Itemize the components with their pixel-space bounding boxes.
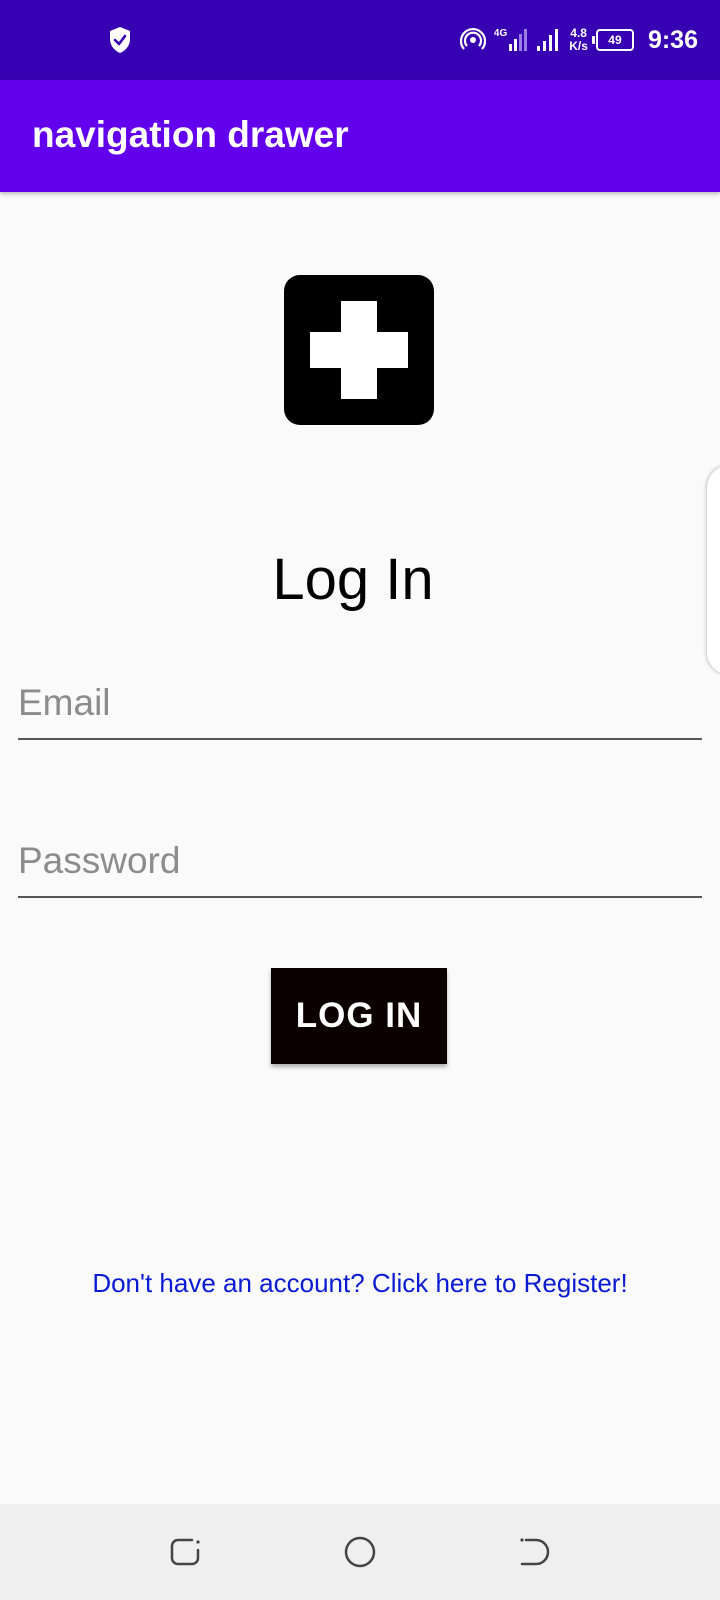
back-icon[interactable] (516, 1534, 552, 1570)
medical-cross-icon (284, 275, 434, 425)
speed-unit: K/s (569, 39, 588, 53)
email-field[interactable] (18, 676, 702, 740)
shield-check-icon (110, 27, 130, 53)
register-link[interactable]: Don't have an account? Click here to Reg… (0, 1268, 720, 1299)
battery-icon: 49 (591, 29, 634, 51)
network-type-label: 4G (493, 28, 508, 39)
clock: 9:36 (647, 25, 698, 54)
battery-level: 49 (608, 33, 622, 47)
recent-apps-icon[interactable] (168, 1534, 204, 1570)
app-bar-title: navigation drawer (32, 114, 349, 155)
edge-panel-handle[interactable] (706, 464, 720, 676)
status-icons: 4G 4.8 K/s 49 9:36 (459, 22, 698, 58)
login-button[interactable]: LOG IN (271, 968, 447, 1064)
signal-4g-icon: 4G (494, 29, 529, 51)
hotspot-icon (459, 27, 486, 50)
status-bar: 4G 4.8 K/s 49 9:36 (0, 0, 720, 80)
app-bar: navigation drawer (0, 80, 720, 192)
network-speed: 4.8 K/s (569, 27, 588, 53)
system-nav-bar (0, 1504, 720, 1600)
password-field[interactable] (18, 834, 702, 898)
page-title: Log In (272, 547, 434, 612)
home-icon[interactable] (342, 1534, 378, 1570)
signal-icon (537, 29, 559, 51)
